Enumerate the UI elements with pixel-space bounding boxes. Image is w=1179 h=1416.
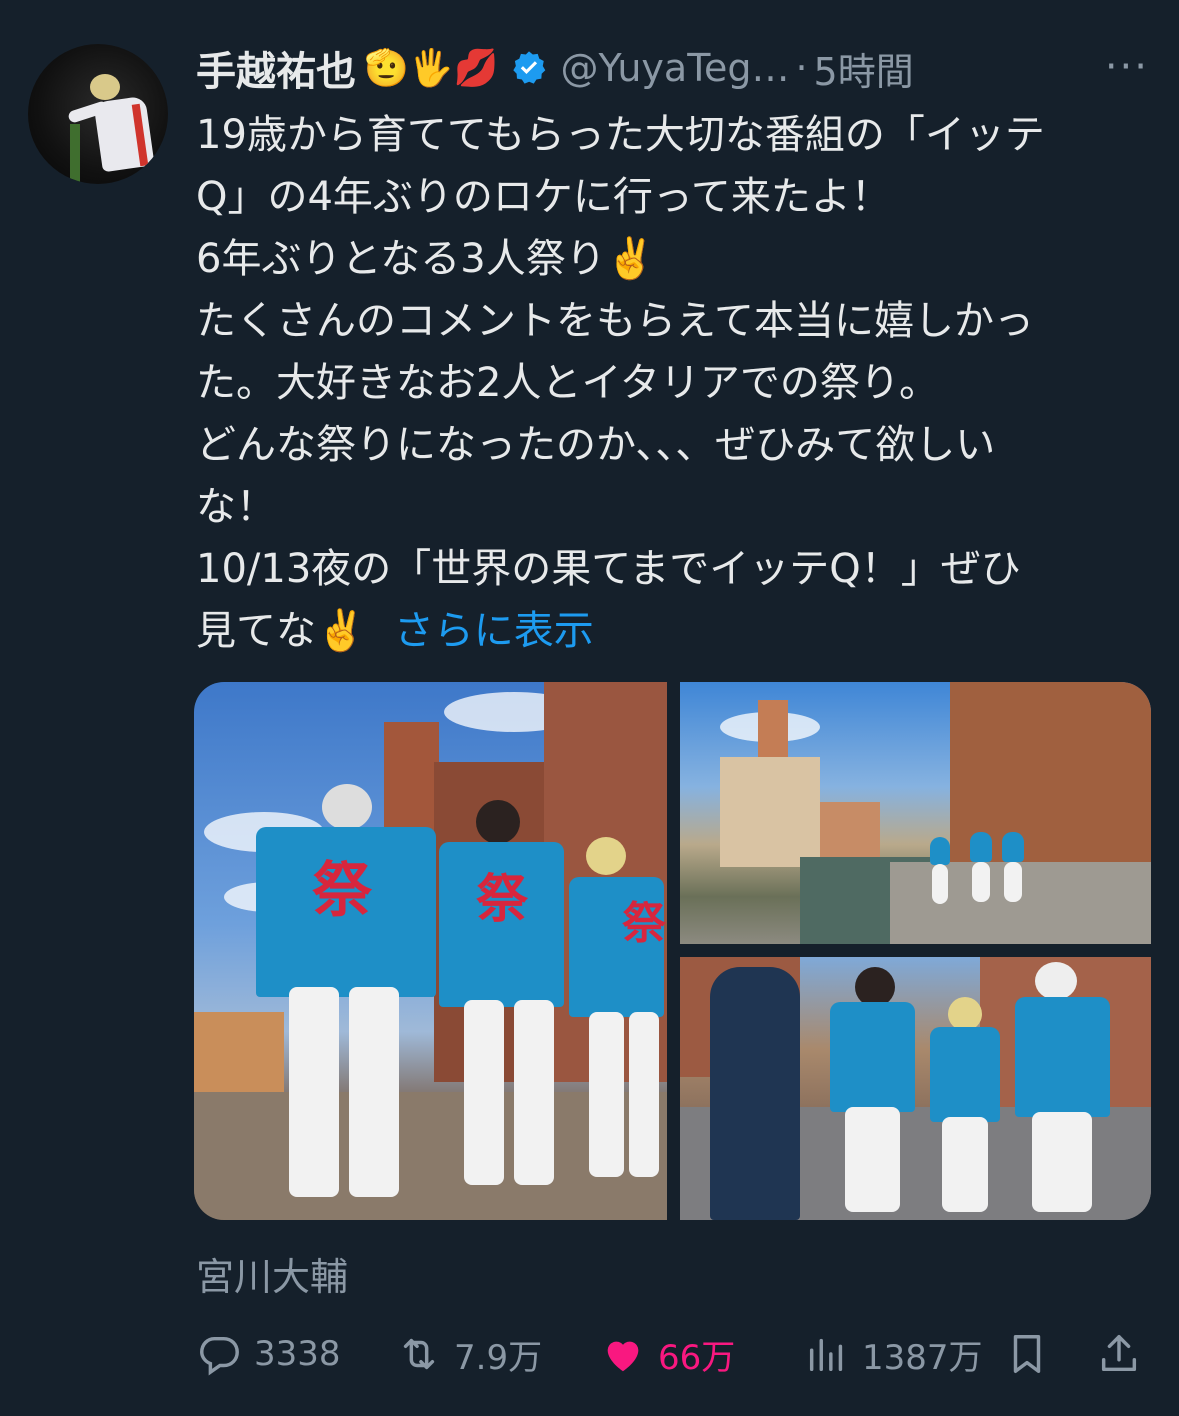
share-button[interactable] (1096, 1326, 1154, 1382)
text-line: Q」の4年ぶりのロケに行って来たよ！ (196, 174, 891, 220)
text-line: 6年ぶりとなる3人祭り✌️ (196, 236, 656, 282)
views-count: 1387万 (862, 1337, 983, 1378)
reply-icon (200, 1336, 239, 1376)
text-line: たくさんのコメントをもらえて本当に嬉しかっ (196, 298, 1034, 344)
text-line: どんな祭りになったのか、、、ぜひみて欲しい (196, 422, 996, 468)
happi-kanji: 祭 (476, 869, 529, 930)
analytics-icon (809, 1338, 843, 1372)
user-handle[interactable]: @YuyaTeg… (560, 46, 789, 90)
tagged-person[interactable]: 宮川大輔 (196, 1246, 348, 1301)
photo-2[interactable] (680, 682, 1151, 944)
text-line-last: 見てな✌️ さらに表示 (196, 600, 1156, 662)
photo-1[interactable]: 祭 祭 祭 (194, 682, 667, 1220)
verified-badge-icon (510, 49, 548, 87)
reply-count: 3338 (254, 1334, 341, 1374)
more-options-icon[interactable]: ··· (1105, 44, 1149, 90)
text-line: 見てな✌️ (196, 608, 366, 654)
happi-kanji: 祭 (622, 898, 666, 949)
bookmark-icon (1013, 1335, 1041, 1373)
retweet-icon (403, 1338, 435, 1370)
text-line: な！ (196, 484, 276, 530)
timestamp[interactable]: 5時間 (814, 41, 914, 96)
retweet-button[interactable]: 7.9万 (396, 1326, 542, 1382)
separator: · (795, 46, 808, 90)
avatar[interactable] (28, 44, 168, 184)
bookmark-button[interactable] (1004, 1326, 1062, 1382)
views-button[interactable]: 1387万 (804, 1326, 983, 1382)
heart-icon (607, 1341, 639, 1372)
action-bar: 3338 7.9万 66万 1387万 (196, 1326, 1146, 1382)
tweet-text: 19歳から育ててもらった大切な番組の「イッテ Q」の4年ぶりのロケに行って来たよ… (196, 104, 1156, 662)
text-line: 10/13夜の「世界の果てまでイッテQ！」ぜひ (196, 546, 1021, 592)
text-line: 19歳から育ててもらった大切な番組の「イッテ (196, 112, 1045, 158)
like-count: 66万 (658, 1337, 736, 1378)
happi-kanji: 祭 (312, 856, 372, 926)
name-emojis: 🫡🖐💋 (364, 48, 499, 89)
tweet-header: 手越祐也 🫡🖐💋 @YuyaTeg… · 5時間 ··· (196, 38, 1149, 98)
reply-button[interactable]: 3338 (196, 1326, 341, 1382)
media-grid: 祭 祭 祭 (194, 682, 1151, 1220)
retweet-count: 7.9万 (454, 1337, 543, 1378)
like-button[interactable]: 66万 (600, 1326, 735, 1382)
display-name[interactable]: 手越祐也 (196, 39, 356, 97)
photo-3[interactable] (680, 957, 1151, 1220)
show-more-link[interactable]: さらに表示 (394, 608, 594, 654)
text-line: た。大好きなお2人とイタリアでの祭り。 (196, 360, 940, 406)
share-icon (1101, 1335, 1137, 1372)
